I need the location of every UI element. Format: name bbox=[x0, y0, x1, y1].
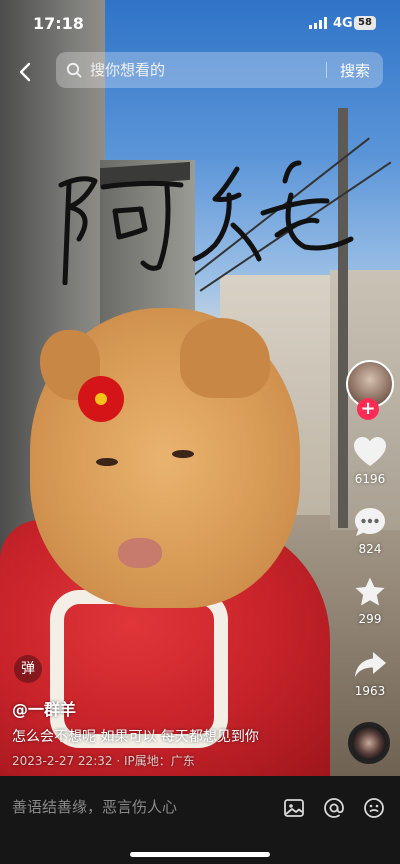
image-icon[interactable] bbox=[282, 796, 306, 820]
follow-plus-button[interactable]: + bbox=[357, 398, 379, 420]
like-button[interactable]: 6196 bbox=[345, 436, 395, 486]
dog-nose bbox=[118, 538, 162, 568]
status-bar: 17:18 4G 58 bbox=[0, 0, 400, 48]
comment-input[interactable] bbox=[12, 798, 262, 816]
music-disc[interactable] bbox=[348, 722, 390, 764]
handwritten-overlay bbox=[58, 160, 354, 285]
battery-icon: 58 bbox=[354, 16, 376, 30]
star-icon bbox=[355, 577, 385, 606]
heart-icon bbox=[354, 437, 386, 466]
video-frame[interactable] bbox=[0, 0, 400, 776]
search-divider bbox=[326, 62, 327, 78]
comment-bar bbox=[0, 776, 400, 864]
video-caption: 怎么会不想呢 如果可以 每天都想见到你 bbox=[12, 729, 259, 745]
danmu-toggle-button[interactable]: 弹 bbox=[14, 655, 42, 683]
author-avatar-group[interactable]: + bbox=[345, 360, 395, 420]
video-meta: 2023-2-27 22:32 · IP属地：广东 bbox=[12, 754, 195, 768]
search-button[interactable]: 搜索 bbox=[340, 60, 370, 81]
like-count: 6196 bbox=[354, 472, 386, 486]
signal-icon bbox=[309, 17, 327, 29]
search-icon bbox=[66, 62, 82, 78]
network-type: 4G bbox=[333, 16, 353, 31]
share-arrow-icon bbox=[355, 652, 386, 677]
mention-at-icon[interactable] bbox=[322, 796, 346, 820]
comment-button[interactable]: 824 bbox=[345, 506, 395, 556]
comment-bubble-icon bbox=[355, 508, 385, 536]
dog-eye-right bbox=[172, 450, 194, 458]
home-indicator[interactable] bbox=[130, 852, 270, 857]
share-button[interactable]: 1963 bbox=[345, 650, 395, 698]
search-input[interactable] bbox=[90, 61, 310, 79]
back-arrow-icon[interactable] bbox=[14, 60, 38, 84]
author-name[interactable]: @一群羊 bbox=[12, 696, 76, 720]
favorite-button[interactable]: 299 bbox=[345, 576, 395, 626]
favorite-count: 299 bbox=[358, 612, 382, 626]
video-screen[interactable]: 17:18 4G 58 搜索 + 6196 bbox=[0, 0, 400, 864]
share-count: 1963 bbox=[354, 684, 386, 698]
red-flower-hairclip bbox=[82, 380, 120, 418]
dog-eye-left bbox=[96, 458, 118, 466]
emoji-face-icon[interactable] bbox=[362, 796, 386, 820]
search-bar[interactable]: 搜索 bbox=[56, 52, 383, 88]
comment-count: 824 bbox=[358, 542, 382, 556]
status-time: 17:18 bbox=[33, 14, 84, 33]
